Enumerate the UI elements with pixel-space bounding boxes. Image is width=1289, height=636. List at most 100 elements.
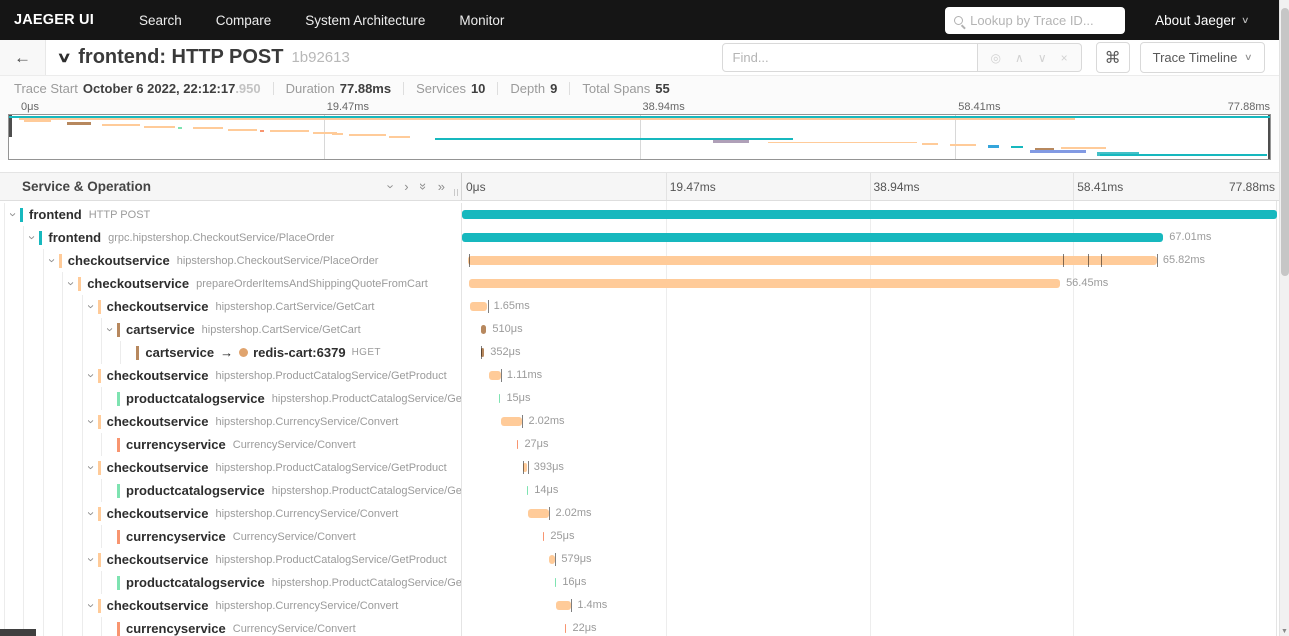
span-tree-cell[interactable]: › checkoutservice prepareOrderItemsAndShip… [0,272,462,295]
span-tree-cell[interactable]: currencyservice CurrencyService/Convert [0,617,462,636]
span-duration-bar[interactable] [469,302,488,311]
span-timeline-cell[interactable]: 2.02ms [462,502,1277,525]
span-collapse-chevron-icon[interactable]: › [84,599,99,612]
span-collapse-chevron-icon[interactable]: › [84,507,99,520]
span-collapse-chevron-icon[interactable]: › [6,208,21,221]
span-tree-cell[interactable]: › checkoutservice hipstershop.CurrencyServ… [0,410,462,433]
span-tree-cell[interactable]: › frontend grpc.hipstershop.CheckoutServic… [0,226,462,249]
span-timeline-cell[interactable]: 56.45ms [462,272,1277,295]
find-focus-icon[interactable]: ◎ [991,51,1001,65]
find-prev-icon[interactable]: ∧ [1015,51,1024,65]
span-tree-cell[interactable]: productcatalogservice hipstershop.Product… [0,387,462,410]
nav-item-search[interactable]: Search [122,13,199,28]
scroll-down-arrow-icon[interactable]: ▼ [1280,628,1289,635]
span-timeline-cell[interactable]: 16μs [462,571,1277,594]
span-row[interactable]: › checkoutservice hipstershop.ProductCatal… [0,364,1289,387]
span-duration-bar[interactable] [501,417,523,426]
span-tree-cell[interactable]: › cartservice hipstershop.CartService/GetC… [0,318,462,341]
span-collapse-chevron-icon[interactable]: › [25,231,40,244]
span-row[interactable]: currencyservice CurrencyService/Convert 22… [0,617,1289,636]
span-timeline-cell[interactable]: 14μs [462,479,1277,502]
span-row[interactable]: › checkoutservice hipstershop.ProductCatal… [0,548,1289,571]
span-row[interactable]: currencyservice CurrencyService/Convert 27… [0,433,1289,456]
span-timeline-cell[interactable]: 352μs [462,341,1277,364]
about-jaeger-menu[interactable]: About Jaeger ∨ [1155,13,1250,28]
span-duration-bar[interactable] [542,532,545,541]
span-row[interactable]: › frontend HTTP POST [0,203,1289,226]
horizontal-scrollbar-thumb[interactable] [0,629,36,636]
span-collapse-chevron-icon[interactable]: › [103,323,118,336]
span-row[interactable]: › checkoutservice hipstershop.CartService/… [0,295,1289,318]
span-duration-bar[interactable] [462,210,1277,219]
collapse-one-icon[interactable]: › [384,184,399,188]
find-clear-icon[interactable]: × [1061,51,1068,65]
span-duration-bar[interactable] [488,371,501,380]
span-row[interactable]: › frontend grpc.hipstershop.CheckoutServic… [0,226,1289,249]
span-tree-cell[interactable]: › frontend HTTP POST [0,203,462,226]
span-row[interactable]: › checkoutservice hipstershop.CurrencyServ… [0,594,1289,617]
span-tree-cell[interactable]: productcatalogservice hipstershop.Product… [0,479,462,502]
span-row[interactable]: productcatalogservice hipstershop.Product… [0,479,1289,502]
span-row[interactable]: › checkoutservice hipstershop.ProductCatal… [0,456,1289,479]
span-timeline-cell[interactable]: 15μs [462,387,1277,410]
nav-item-compare[interactable]: Compare [199,13,289,28]
span-timeline-cell[interactable]: 67.01ms [462,226,1277,249]
trace-view-selector[interactable]: Trace Timeline ∨ [1139,42,1265,73]
span-duration-bar[interactable] [556,601,571,610]
span-row[interactable]: › checkoutservice prepareOrderItemsAndShip… [0,272,1289,295]
span-duration-bar[interactable] [526,486,529,495]
span-row[interactable]: › cartservice hipstershop.CartService/GetC… [0,318,1289,341]
span-collapse-chevron-icon[interactable]: › [84,369,99,382]
span-tree-cell[interactable]: › checkoutservice hipstershop.CartService/… [0,295,462,318]
span-timeline-cell[interactable]: 22μs [462,617,1277,636]
span-row[interactable]: productcatalogservice hipstershop.Product… [0,571,1289,594]
nav-item-monitor[interactable]: Monitor [442,13,521,28]
expand-all-icon[interactable]: » [438,180,445,193]
span-timeline-cell[interactable]: 1.11ms [462,364,1277,387]
collapse-all-icon[interactable]: » [416,183,431,190]
span-tree-cell[interactable]: › checkoutservice hipstershop.ProductCatal… [0,456,462,479]
span-row[interactable]: cartservice → redis-cart:6379 HGET 352μs [0,341,1289,364]
span-tree-cell[interactable]: productcatalogservice hipstershop.Product… [0,571,462,594]
span-tree-cell[interactable]: currencyservice CurrencyService/Convert [0,525,462,548]
find-input[interactable] [721,43,978,72]
span-duration-bar[interactable] [469,279,1061,288]
find-next-icon[interactable]: ∨ [1038,51,1047,65]
span-timeline-cell[interactable]: 579μs [462,548,1277,571]
span-duration-bar[interactable] [462,233,1164,242]
trace-lookup-box[interactable] [945,6,1126,34]
minimap-canvas[interactable] [8,114,1271,160]
span-row[interactable]: › checkoutservice hipstershop.CurrencyServ… [0,410,1289,433]
span-tree-cell[interactable]: › checkoutservice hipstershop.CheckoutServ… [0,249,462,272]
span-duration-bar[interactable] [499,394,501,403]
span-duration-bar[interactable] [548,555,555,564]
span-row[interactable]: currencyservice CurrencyService/Convert 25… [0,525,1289,548]
span-timeline-cell[interactable]: 510μs [462,318,1277,341]
span-timeline-cell[interactable]: 25μs [462,525,1277,548]
span-timeline-cell[interactable]: 393μs [462,456,1277,479]
keyboard-shortcuts-button[interactable]: ⌘ [1095,42,1130,73]
minimap-right-drag-handle[interactable] [1268,115,1270,159]
span-row[interactable]: productcatalogservice hipstershop.Product… [0,387,1289,410]
span-timeline-cell[interactable]: 65.82ms [462,249,1277,272]
span-duration-bar[interactable] [565,624,567,633]
nav-item-system-architecture[interactable]: System Architecture [288,13,442,28]
trace-title-collapse-toggle[interactable]: ∨ [56,49,71,66]
span-tree-cell[interactable]: cartservice → redis-cart:6379 HGET [0,341,462,364]
back-button[interactable]: ← [0,40,46,75]
minimap-left-drag-handle[interactable] [9,115,12,137]
span-duration-bar[interactable] [554,578,557,587]
span-collapse-chevron-icon[interactable]: › [84,300,99,313]
span-timeline-cell[interactable]: 1.65ms [462,295,1277,318]
span-tree-cell[interactable]: currencyservice CurrencyService/Convert [0,433,462,456]
span-row[interactable]: › checkoutservice hipstershop.CurrencyServ… [0,502,1289,525]
span-timeline-cell[interactable]: 27μs [462,433,1277,456]
span-duration-bar[interactable] [481,325,487,334]
column-resizer-handle[interactable] [454,189,458,196]
vertical-scrollbar-thumb[interactable] [1281,8,1289,276]
span-timeline-cell[interactable]: 1.4ms [462,594,1277,617]
span-duration-bar[interactable] [467,256,1157,265]
span-collapse-chevron-icon[interactable]: › [45,254,60,267]
span-tree-cell[interactable]: › checkoutservice hipstershop.CurrencyServ… [0,502,462,525]
span-collapse-chevron-icon[interactable]: › [64,277,79,290]
